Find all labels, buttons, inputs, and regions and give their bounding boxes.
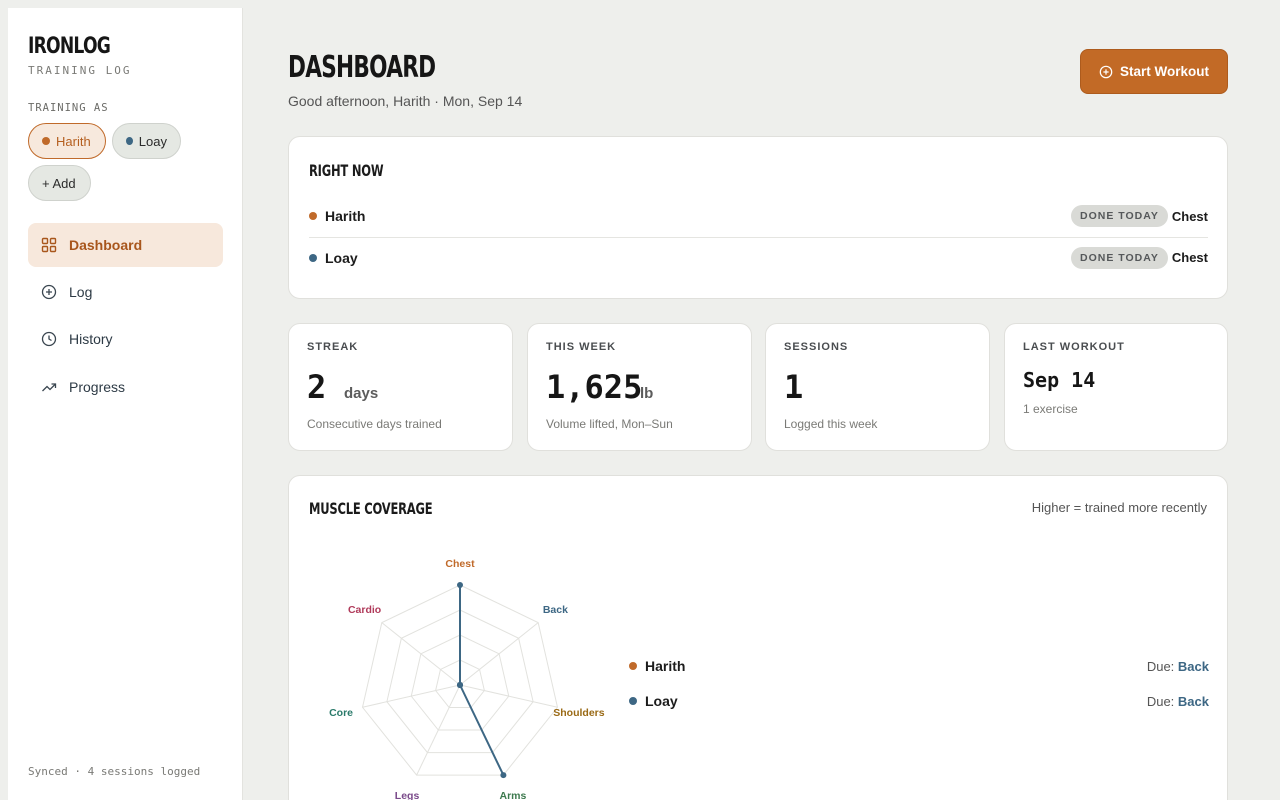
coverage-hint: Higher = trained more recently — [1031, 500, 1207, 515]
due-label: Due: — [1146, 693, 1175, 709]
stat-value: 1,625 — [546, 368, 643, 406]
radar-axis-line — [362, 684, 461, 708]
status-badge: DONE TODAY — [1071, 246, 1168, 269]
radar-axis-line — [459, 622, 539, 686]
radar-axis-label: Chest — [445, 558, 475, 570]
due-muscle-link[interactable]: Back — [1178, 694, 1209, 709]
right-now-card: RIGHT NOW Harith DONE TODAY Chest Loay D… — [288, 136, 1228, 299]
stat-card-sessions: SESSIONS 1 Logged this week — [765, 323, 990, 451]
stat-card-last-workout: LAST WORKOUT Sep 14 1 exercise — [1004, 323, 1228, 451]
sync-status: Synced · 4 sessions logged — [28, 765, 201, 778]
status-user-name: Harith — [325, 208, 366, 224]
brand-name: IRONLOG — [28, 34, 111, 59]
legend-row: Loay Due: Back — [629, 693, 1209, 709]
stat-subtext: Volume lifted, Mon–Sun — [546, 417, 673, 431]
sidebar-item-progress[interactable]: Progress — [28, 365, 223, 409]
due-label: Due: — [1146, 658, 1175, 674]
legend-row: Harith Due: Back — [629, 658, 1209, 674]
stat-label: LAST WORKOUT — [1023, 341, 1125, 353]
stat-label: SESSIONS — [784, 341, 849, 353]
status-row: Harith DONE TODAY Chest — [309, 196, 1208, 236]
sidebar-item-label: Dashboard — [69, 237, 143, 253]
stat-value: 1 — [784, 368, 804, 406]
radar-axis-label: Shoulders — [553, 707, 605, 719]
brand-subtitle: TRAINING LOG — [28, 64, 132, 77]
radar-axis-label: Core — [329, 707, 353, 719]
stat-unit: days — [344, 385, 379, 402]
user-color-dot — [42, 137, 50, 145]
add-user-button[interactable]: + Add — [28, 165, 91, 201]
status-muscle: Chest — [1171, 208, 1208, 224]
plus-circle-icon — [1099, 65, 1113, 78]
radar-data-point — [500, 772, 507, 779]
radar-data-point — [457, 682, 463, 688]
muscle-coverage-card: MUSCLE COVERAGE Higher = trained more re… — [288, 475, 1228, 800]
radar-axis-label: Legs — [395, 790, 420, 800]
legend-user-name: Harith — [645, 658, 686, 674]
start-workout-label: Start Workout — [1119, 64, 1209, 79]
legend-color-dot — [629, 697, 637, 705]
stat-label: THIS WEEK — [546, 341, 617, 353]
sidebar-item-dashboard[interactable]: Dashboard — [28, 223, 223, 267]
stat-value: Sep 14 — [1023, 368, 1096, 392]
radar-chart: Chest Back Shoulders Arms Legs Core Cardio — [329, 558, 605, 800]
clock-icon — [41, 331, 57, 347]
radar-axis-label: Back — [543, 604, 568, 616]
user-chip-label: Harith — [56, 133, 91, 149]
greeting-text: Good afternoon, Harith · Mon, Sep 14 — [288, 93, 523, 109]
due-muscle-link[interactable]: Back — [1178, 659, 1209, 674]
sidebar-item-history[interactable]: History — [28, 317, 223, 361]
legend-color-dot — [629, 662, 637, 670]
right-now-title: RIGHT NOW — [309, 161, 384, 180]
grid-icon — [41, 237, 57, 253]
legend-user-name: Loay — [645, 693, 678, 709]
user-chip-loay[interactable]: Loay — [112, 123, 181, 159]
stat-value: 2 — [307, 368, 327, 406]
radar-axis-line — [459, 684, 558, 708]
user-chip-label: Loay — [138, 133, 167, 149]
stat-label: STREAK — [307, 341, 359, 353]
due-indicator: Due: Back — [1147, 694, 1209, 709]
status-row: Loay DONE TODAY Chest — [309, 237, 1208, 277]
stat-card-this-week: THIS WEEK 1,625 lb Volume lifted, Mon–Su… — [527, 323, 752, 451]
sidebar: IRONLOG TRAINING LOG TRAINING AS Harith … — [8, 8, 243, 800]
stat-subtext: Consecutive days trained — [307, 417, 442, 431]
page-title: DASHBOARD — [288, 50, 436, 85]
plus-circle-icon — [41, 284, 57, 300]
sidebar-item-label: Log — [69, 284, 93, 300]
stat-unit: lb — [640, 385, 654, 402]
status-badge: DONE TODAY — [1071, 205, 1168, 227]
start-workout-button[interactable]: Start Workout — [1080, 49, 1228, 94]
radar-axis-label: Arms — [500, 790, 527, 800]
status-muscle: Chest — [1171, 250, 1208, 265]
due-indicator: Due: Back — [1147, 659, 1209, 674]
muscle-coverage-title: MUSCLE COVERAGE — [309, 499, 433, 518]
user-chip-harith[interactable]: Harith — [28, 123, 106, 159]
status-user-name: Loay — [325, 249, 358, 266]
radar-axis-line — [381, 622, 461, 686]
sidebar-item-log[interactable]: Log — [28, 270, 223, 314]
trending-up-icon — [42, 383, 57, 392]
training-as-label: TRAINING AS — [28, 102, 109, 114]
radar-axis-label: Cardio — [348, 604, 381, 616]
sidebar-item-label: History — [69, 331, 113, 347]
user-color-dot — [309, 253, 317, 262]
user-color-dot — [126, 137, 133, 145]
stat-subtext: 1 exercise — [1023, 402, 1078, 416]
radar-data-point — [457, 582, 463, 588]
sidebar-item-label: Progress — [69, 379, 126, 395]
stat-card-streak: STREAK 2 days Consecutive days trained — [288, 323, 513, 451]
user-color-dot — [309, 212, 317, 220]
stat-subtext: Logged this week — [784, 417, 878, 431]
